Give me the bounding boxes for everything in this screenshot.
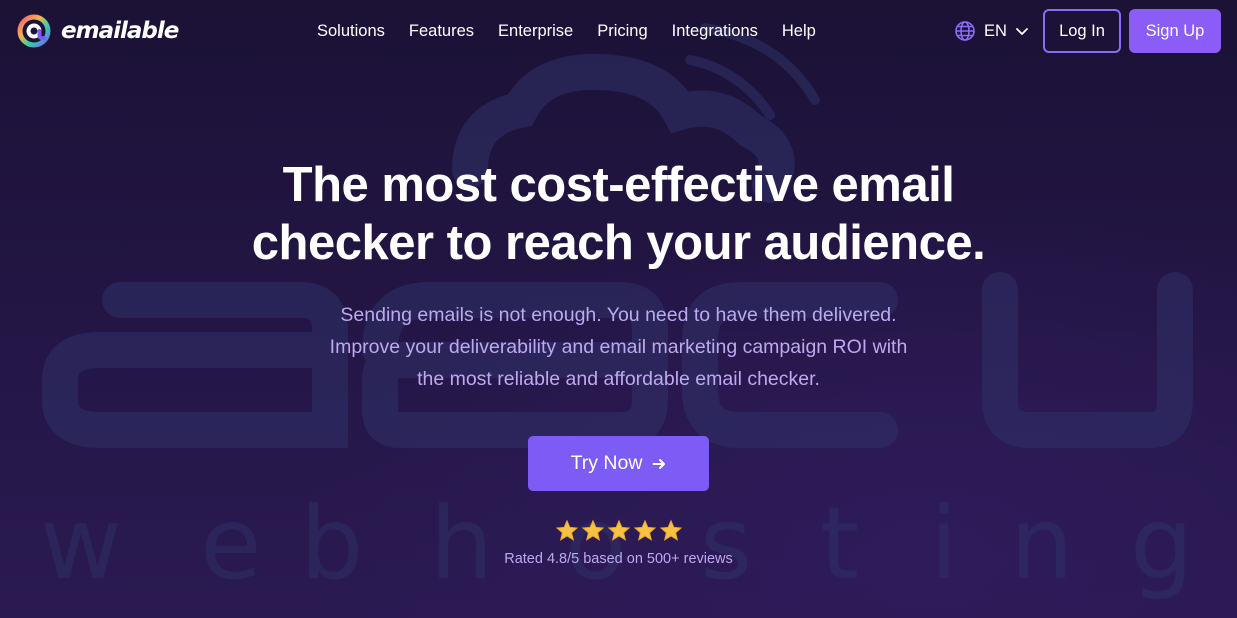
top-navbar: emailable Solutions Features Enterprise … — [0, 0, 1237, 62]
hero-subtitle-line: the most reliable and affordable email c… — [417, 368, 820, 390]
globe-icon — [955, 21, 975, 41]
language-selector[interactable]: EN — [954, 18, 1029, 44]
hero-subtitle-line: Sending emails is not enough. You need t… — [340, 304, 897, 326]
hero-title-line: The most cost-effective email — [282, 158, 955, 212]
star-icon — [581, 519, 604, 541]
hero-subtitle: Sending emails is not enough. You need t… — [0, 299, 1237, 395]
nav-item-integrations[interactable]: Integrations — [660, 0, 770, 62]
emailable-logo-icon — [17, 14, 51, 48]
star-icon — [633, 519, 656, 541]
hero-title: The most cost-effective email checker to… — [0, 156, 1237, 272]
signup-button[interactable]: Sign Up — [1129, 9, 1221, 53]
try-now-button[interactable]: Try Now — [528, 436, 709, 491]
try-now-label: Try Now — [570, 452, 643, 474]
chevron-down-icon — [1016, 28, 1028, 35]
hero-subtitle-line: Improve your deliverability and email ma… — [329, 336, 908, 358]
star-icon — [607, 519, 630, 541]
language-label: EN — [984, 21, 1007, 40]
nav-item-pricing[interactable]: Pricing — [585, 0, 659, 62]
login-button[interactable]: Log In — [1043, 9, 1121, 53]
nav-item-enterprise[interactable]: Enterprise — [486, 0, 585, 62]
rating-text: Rated 4.8/5 based on 500+ reviews — [504, 551, 733, 567]
arrow-right-icon — [652, 458, 666, 469]
brand-name: emailable — [61, 18, 179, 44]
nav-item-solutions[interactable]: Solutions — [305, 0, 397, 62]
rating-stars — [0, 519, 1237, 547]
main-nav: Solutions Features Enterprise Pricing In… — [305, 0, 828, 62]
star-icon — [555, 519, 578, 541]
nav-item-features[interactable]: Features — [397, 0, 486, 62]
brand-logo-link[interactable]: emailable — [16, 13, 179, 49]
star-icon — [659, 519, 682, 541]
nav-item-help[interactable]: Help — [770, 0, 828, 62]
hero-title-line: checker to reach your audience. — [251, 216, 986, 270]
